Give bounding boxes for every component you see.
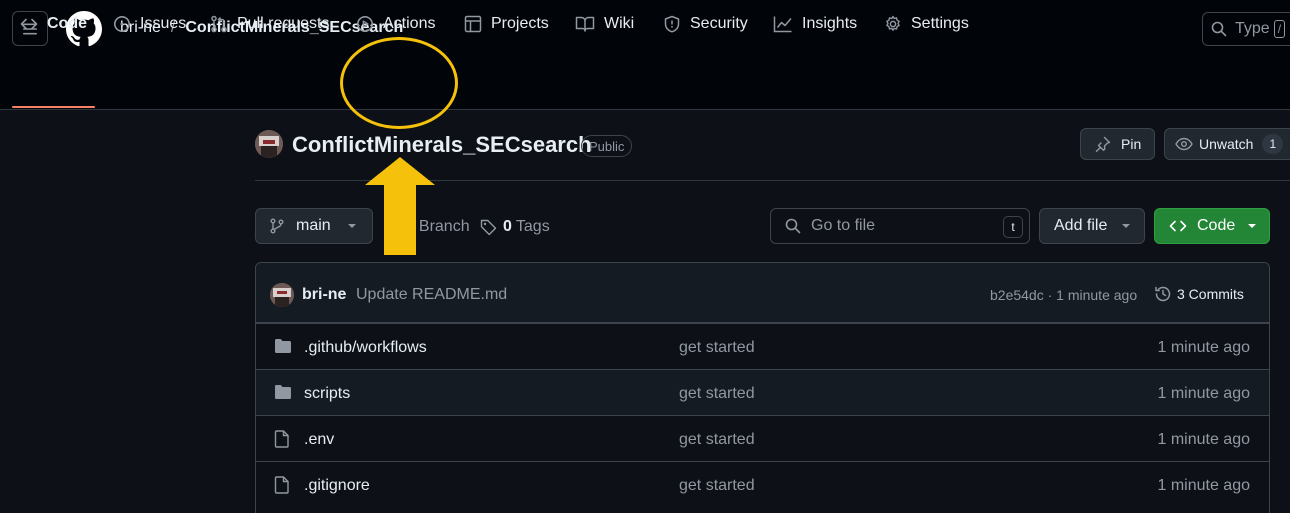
highlight-circle: [340, 37, 458, 129]
visibility-badge: Public: [581, 135, 633, 157]
tab-label: Wiki: [604, 15, 635, 32]
file-commit-time: 1 minute ago: [1157, 339, 1250, 356]
file-commit-time: 1 minute ago: [1157, 431, 1250, 448]
tab-wiki[interactable]: Wiki: [575, 0, 634, 48]
repo-title[interactable]: ConflictMinerals_SECsearch: [292, 132, 592, 158]
tab-label: Insights: [802, 15, 858, 32]
eye-icon: [1175, 137, 1193, 151]
active-tab-indicator: [12, 106, 95, 108]
tab-projects[interactable]: Projects: [464, 0, 549, 48]
tab-issues[interactable]: Issues: [113, 0, 186, 48]
chevron-down-icon: [1122, 224, 1131, 228]
app-header: bri-ne / ConflictMinerals_SECsearch Type…: [0, 0, 1290, 110]
tab-pull-requests[interactable]: Pull requests: [210, 0, 330, 48]
tab-insights[interactable]: Insights: [773, 0, 857, 48]
folder-icon: [275, 339, 291, 353]
file-icon: [274, 476, 289, 494]
latest-commit-bar: bri-ne Update README.md b2e54dc · 1 minu…: [256, 263, 1269, 323]
tab-label: Security: [690, 15, 748, 32]
table-icon: [464, 15, 482, 33]
tag-count: 0: [503, 218, 512, 235]
code-icon: [20, 18, 38, 30]
branch-icon: [270, 218, 284, 234]
commit-author-link[interactable]: bri-ne: [302, 286, 346, 304]
go-to-file-shortcut: t: [1003, 216, 1023, 238]
file-name-link[interactable]: .env: [304, 431, 334, 449]
file-commit-message[interactable]: get started: [679, 477, 755, 495]
avatar[interactable]: [270, 283, 294, 307]
issue-icon: [114, 16, 130, 32]
file-commit-time: 1 minute ago: [1157, 477, 1250, 494]
tag-icon: [480, 219, 497, 235]
commit-hash-time[interactable]: b2e54dc · 1 minute ago: [990, 287, 1137, 303]
commits-label: 3 Commits: [1177, 286, 1244, 302]
chevron-down-icon: [347, 224, 356, 228]
file-table: bri-ne Update README.md b2e54dc · 1 minu…: [255, 262, 1270, 513]
pin-label: Pin: [1121, 136, 1142, 152]
file-commit-message[interactable]: get started: [679, 339, 755, 357]
add-file-label: Add file: [1054, 217, 1108, 234]
history-icon: [1155, 286, 1171, 302]
shield-icon: [664, 15, 680, 33]
folder-icon: [275, 385, 291, 399]
go-to-file-placeholder: Go to file: [811, 217, 876, 234]
search-shortcut-key: /: [1273, 20, 1286, 38]
table-row[interactable]: .github/workflows get started 1 minute a…: [256, 323, 1269, 369]
tab-code[interactable]: Code: [20, 0, 87, 48]
tab-label: Actions: [383, 15, 436, 32]
search-placeholder: Type: [1235, 20, 1270, 37]
watch-count: 1: [1262, 134, 1284, 154]
gear-icon: [886, 15, 900, 31]
file-icon: [274, 430, 289, 448]
tab-label: Settings: [911, 15, 969, 32]
tab-label: Code: [47, 15, 87, 32]
unwatch-button[interactable]: Unwatch 1: [1164, 128, 1290, 160]
table-row[interactable]: .env get started 1 minute ago: [256, 415, 1269, 461]
file-commit-time: 1 minute ago: [1157, 385, 1250, 402]
search-icon: [785, 218, 801, 234]
arrow-up-icon: [365, 157, 435, 255]
pull-request-icon: [211, 15, 227, 33]
tags-link[interactable]: 0 Tags: [480, 218, 550, 236]
code-button-label: Code: [1197, 217, 1236, 234]
tab-label: Projects: [491, 15, 549, 32]
graph-icon: [773, 16, 792, 33]
branch-name: main: [296, 217, 331, 234]
tab-settings[interactable]: Settings: [884, 0, 969, 48]
pin-icon: [1095, 136, 1111, 152]
commits-link[interactable]: 3 Commits: [1154, 285, 1244, 303]
pin-button[interactable]: Pin: [1080, 128, 1155, 160]
branch-selector[interactable]: main: [255, 208, 373, 244]
tab-label: Issues: [140, 15, 187, 32]
tab-security[interactable]: Security: [663, 0, 748, 48]
code-button[interactable]: Code: [1154, 208, 1270, 244]
global-search-input[interactable]: Type /: [1202, 12, 1290, 46]
file-commit-message[interactable]: get started: [679, 385, 755, 403]
tag-word: Tags: [515, 218, 550, 235]
file-commit-message[interactable]: get started: [679, 431, 755, 449]
chevron-down-icon: [1248, 224, 1257, 228]
add-file-button[interactable]: Add file: [1039, 208, 1145, 244]
code-icon: [1169, 220, 1187, 232]
search-icon: [1211, 21, 1227, 37]
go-to-file-input[interactable]: Go to file t: [770, 208, 1030, 244]
table-row[interactable]: scripts get started 1 minute ago: [256, 369, 1269, 415]
unwatch-label: Unwatch: [1199, 136, 1254, 152]
file-name-link[interactable]: .gitignore: [304, 477, 370, 495]
file-name-link[interactable]: .github/workflows: [304, 339, 427, 357]
file-name-link[interactable]: scripts: [304, 385, 350, 403]
book-icon: [575, 16, 595, 32]
tab-label: Pull requests: [237, 15, 330, 32]
commit-message-link[interactable]: Update README.md: [356, 286, 507, 304]
table-row[interactable]: .gitignore get started 1 minute ago: [256, 461, 1269, 507]
play-icon: [357, 16, 373, 32]
avatar[interactable]: [255, 130, 283, 158]
